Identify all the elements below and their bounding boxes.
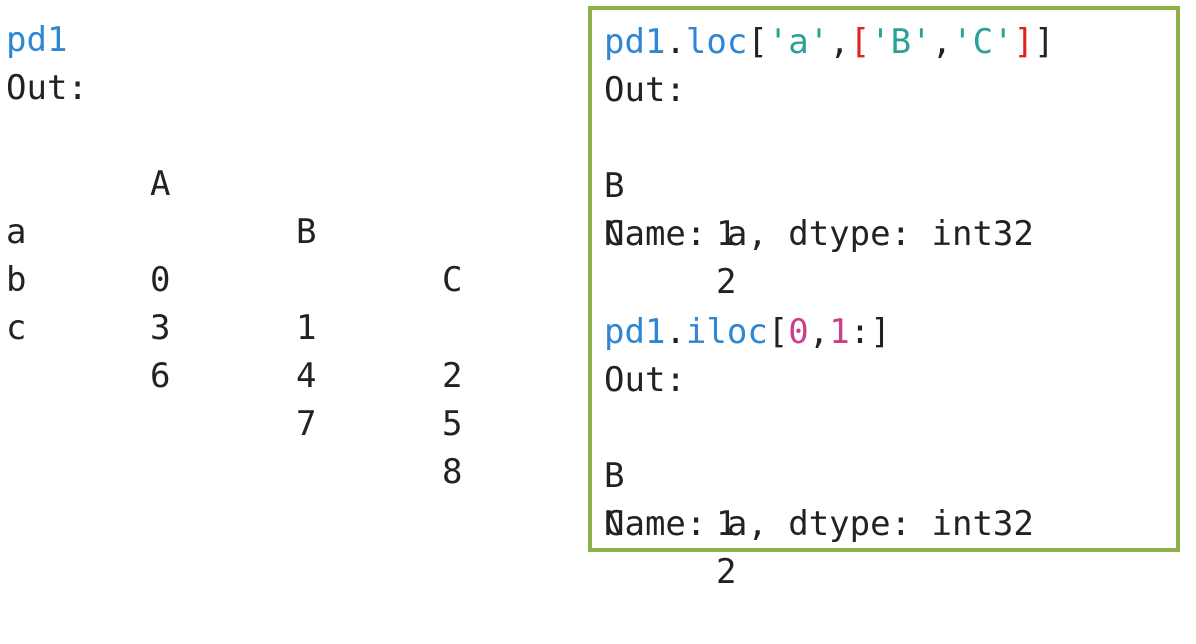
- table-row: c 6 7 8: [0, 256, 560, 492]
- out-label: Out:: [604, 70, 686, 110]
- code-method: iloc: [685, 312, 768, 352]
- code-object: pd1: [604, 22, 666, 62]
- code-comma: ,: [808, 312, 830, 352]
- code-number: 0: [788, 312, 809, 352]
- series-footer: Name: a, dtype: int32: [604, 214, 1034, 254]
- series-value: 2: [716, 262, 737, 302]
- series-footer: Name: a, dtype: int32: [604, 504, 1034, 544]
- series-row: C 2: [0, 162, 1196, 302]
- out-label: Out:: [604, 360, 686, 400]
- code-bracket: [: [767, 312, 789, 352]
- code-bracket: [: [747, 22, 768, 62]
- table-cell: 3: [150, 308, 171, 348]
- code-number: 1: [829, 312, 850, 352]
- table-cell: 2: [442, 356, 463, 396]
- code-string: 'C': [952, 22, 1014, 62]
- code-bracket: ]: [1034, 22, 1055, 62]
- code-method: loc: [685, 22, 748, 62]
- code-list-bracket: ]: [1013, 22, 1035, 62]
- loc-command: pd1.loc['a',['B','C']]: [604, 18, 1055, 66]
- code-list-bracket: [: [849, 22, 871, 62]
- table-row: b 3 4 5: [0, 208, 560, 444]
- out-label: Out:: [6, 68, 88, 108]
- code-slice: :: [849, 312, 871, 352]
- code-object: pd1: [604, 312, 666, 352]
- iloc-command: pd1.iloc[0,1:]: [604, 308, 891, 356]
- code-dot: .: [665, 312, 686, 352]
- series-row: B 1: [0, 114, 1196, 254]
- code-string: 'a': [767, 22, 830, 62]
- series-value: 2: [716, 552, 737, 592]
- series-row: C 2: [0, 452, 1196, 592]
- table-cell: 1: [296, 308, 317, 348]
- code-comma: ,: [931, 22, 953, 62]
- code-dot: .: [665, 22, 686, 62]
- input-command: pd1: [6, 20, 68, 60]
- code-comma: ,: [829, 22, 850, 62]
- code-string: 'B': [870, 22, 932, 62]
- code-bracket: ]: [870, 312, 891, 352]
- series-row: B 1: [0, 404, 1196, 544]
- table-cell: 4: [296, 356, 317, 396]
- table-cell: 6: [150, 356, 171, 396]
